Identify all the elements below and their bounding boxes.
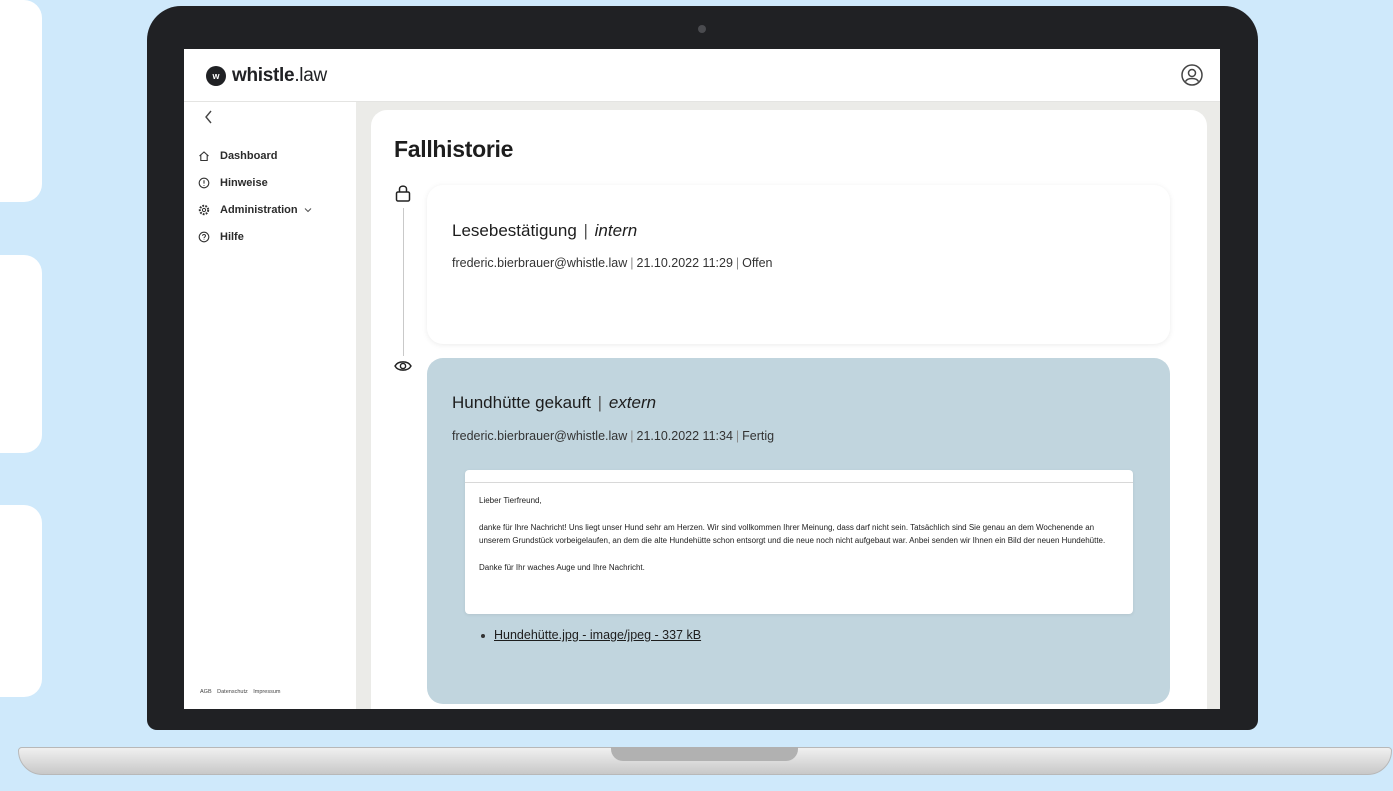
brand-name: whistle (232, 65, 295, 86)
attachment-item: Hundehütte.jpg - image/jpeg - 337 kB (481, 628, 701, 642)
sidebar-item-label: Hinweise (220, 176, 268, 189)
webcam (698, 25, 706, 33)
sidebar-item-hinweise[interactable]: Hinweise (198, 169, 313, 196)
home-icon (198, 150, 210, 162)
history-entry-intern[interactable]: Lesebestätigung | intern frederic.bierbr… (427, 185, 1170, 344)
bullet (481, 633, 485, 638)
collapse-sidebar-icon[interactable] (202, 108, 216, 126)
message-paragraph: danke für Ihre Nachricht! Uns liegt unse… (479, 522, 1106, 546)
laptop-lid: w whistle .law Dashboard Hinweise Admini… (147, 6, 1258, 730)
sidebar-item-label: Administration (220, 203, 298, 216)
main-panel: Fallhistorie Lesebestätigung | intern fr… (371, 110, 1207, 709)
page-title: Fallhistorie (394, 136, 514, 162)
eye-icon (394, 361, 412, 371)
side-card-middle (0, 255, 42, 453)
laptop-notch (611, 747, 798, 761)
message-closing: Danke für Ihr waches Auge und Ihre Nachr… (479, 562, 645, 572)
brand-suffix: .law (294, 65, 327, 86)
side-card-top (0, 0, 42, 202)
meta-separator: | (735, 429, 740, 443)
message-greeting: Lieber Tierfreund, (479, 496, 542, 505)
entry-meta: frederic.bierbrauer@whistle.law | 21.10.20… (452, 429, 774, 443)
sidebar: Dashboard Hinweise Administration Hilfe … (184, 102, 356, 709)
sidebar-item-administration[interactable]: Administration (198, 196, 313, 223)
footer-link-agb[interactable]: AGB (200, 689, 212, 695)
message-divider (465, 482, 1133, 483)
entry-title-text: Hundhütte gekauft (452, 393, 591, 412)
logo-mark-icon: w (206, 66, 226, 86)
footer-link-impressum[interactable]: Impressum (253, 689, 280, 695)
entry-title: Hundhütte gekauft | extern (452, 393, 656, 413)
entry-status: Fertig (742, 429, 775, 443)
top-bar: w whistle .law (184, 49, 1220, 102)
sidebar-item-dashboard[interactable]: Dashboard (198, 142, 313, 169)
laptop-screen: w whistle .law Dashboard Hinweise Admini… (184, 49, 1220, 709)
footer-links: AGB Datenschutz Impressum (200, 689, 284, 695)
title-separator: | (592, 393, 607, 412)
user-account-icon[interactable] (1180, 63, 1204, 87)
lock-icon (395, 185, 411, 202)
entry-title: Lesebestätigung | intern (452, 221, 637, 241)
message-text: Lieber Tierfreund, danke für Ihre Nachri… (479, 494, 1119, 587)
sidebar-item-hilfe[interactable]: Hilfe (198, 223, 313, 250)
side-card-bottom (0, 505, 42, 697)
history-entry-extern[interactable]: Hundhütte gekauft | extern frederic.bier… (427, 358, 1170, 704)
timeline-line (403, 208, 404, 356)
info-icon (198, 177, 210, 189)
attachment-link[interactable]: Hundehütte.jpg - image/jpeg - 337 kB (494, 628, 701, 642)
meta-separator: | (630, 429, 634, 443)
laptop-base (18, 747, 1392, 775)
gear-icon (198, 204, 210, 216)
sidebar-item-label: Dashboard (220, 149, 278, 162)
entry-visibility: intern (594, 221, 638, 240)
message-body: Lieber Tierfreund, danke für Ihre Nachri… (465, 470, 1133, 614)
title-separator: | (578, 221, 593, 240)
entry-author: frederic.bierbrauer@whistle.law (452, 429, 628, 443)
footer-link-datenschutz[interactable]: Datenschutz (217, 689, 248, 695)
sidebar-item-label: Hilfe (220, 230, 244, 243)
entry-date: 21.10.2022 11:34 (636, 429, 733, 443)
sidebar-nav: Dashboard Hinweise Administration Hilfe (198, 142, 313, 250)
entry-status: Offen (742, 256, 773, 270)
chevron-down-icon[interactable] (303, 206, 313, 214)
brand-logo[interactable]: w whistle .law (206, 64, 327, 88)
meta-separator: | (630, 256, 634, 270)
entry-title-text: Lesebestätigung (452, 221, 577, 240)
entry-date: 21.10.2022 11:29 (636, 256, 733, 270)
meta-separator: | (735, 256, 740, 270)
entry-author: frederic.bierbrauer@whistle.law (452, 256, 628, 270)
help-icon (198, 231, 210, 243)
entry-visibility: extern (608, 393, 657, 412)
entry-meta: frederic.bierbrauer@whistle.law | 21.10.20… (452, 256, 773, 270)
